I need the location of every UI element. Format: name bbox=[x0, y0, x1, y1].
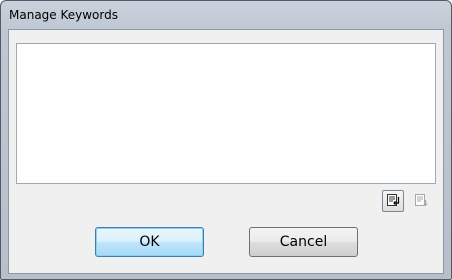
insert-keyword-icon bbox=[386, 192, 400, 211]
dialog-title: Manage Keywords bbox=[9, 8, 118, 22]
insert-keyword-button[interactable] bbox=[382, 190, 404, 212]
title-bar[interactable]: Manage Keywords bbox=[1, 1, 451, 29]
cancel-button[interactable]: Cancel bbox=[249, 227, 358, 257]
keywords-list[interactable] bbox=[16, 43, 436, 184]
move-keyword-button[interactable] bbox=[410, 190, 432, 212]
ok-button[interactable]: OK bbox=[95, 227, 204, 257]
move-keyword-icon bbox=[414, 192, 428, 211]
dialog-client-area: OK Cancel bbox=[8, 29, 444, 274]
manage-keywords-dialog: Manage Keywords OK Cancel bbox=[0, 0, 452, 280]
